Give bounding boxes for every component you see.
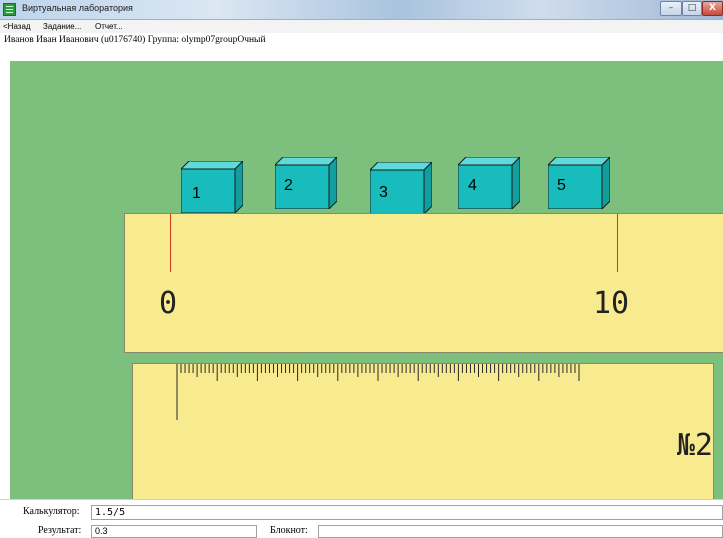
ruler-1-zero-mark [170,214,171,272]
ruler-1[interactable]: 0 10 [124,213,723,353]
notepad-label: Блокнот: [270,525,308,536]
cube-2[interactable]: 2 [275,157,337,209]
cube-5-label: 5 [557,177,566,194]
cube-1[interactable]: 1 [181,161,243,213]
title-bar: Виртуальная лаборатория – □ X [0,0,723,20]
cube-4-label: 4 [468,177,477,194]
ruler-2[interactable]: №2 [132,363,714,499]
minimize-button[interactable]: – [660,1,682,16]
app-icon [3,3,16,16]
ruler-2-scale [176,364,580,420]
result-field: 0.3 [91,525,257,538]
ruler-1-ten-mark [617,214,618,272]
notepad-input[interactable] [318,525,723,538]
menu-report[interactable]: Отчет... [95,22,123,31]
cube-5[interactable]: 5 [548,157,610,209]
cube-4[interactable]: 4 [458,157,520,209]
cube-3-label: 3 [379,184,388,201]
cube-3[interactable]: 3 [370,162,432,214]
result-label: Результат: [38,525,82,536]
ruler-1-ten-label: 10 [593,286,630,321]
close-button[interactable]: X [702,1,723,16]
ruler-1-zero-label: 0 [159,286,178,321]
ruler-2-label: №2 [676,428,713,463]
window-title: Виртуальная лаборатория [22,3,133,13]
bottom-panel: Калькулятор: Результат: 0.3 Блокнот: [0,499,723,538]
calculator-label: Калькулятор: [23,506,80,517]
user-info: Иванов Иван Иванович (u0176740) Группа: … [4,35,266,45]
menu-back[interactable]: <Назад [3,22,31,31]
calculator-input[interactable] [91,505,723,520]
maximize-button[interactable]: □ [682,1,702,16]
lab-stage: 1 2 3 4 5 0 10 №2 [10,61,723,499]
cube-2-label: 2 [284,177,293,194]
menu-bar: <Назад Задание... Отчет... [0,20,723,33]
menu-task[interactable]: Задание... [43,22,81,31]
cube-1-label: 1 [192,185,201,202]
